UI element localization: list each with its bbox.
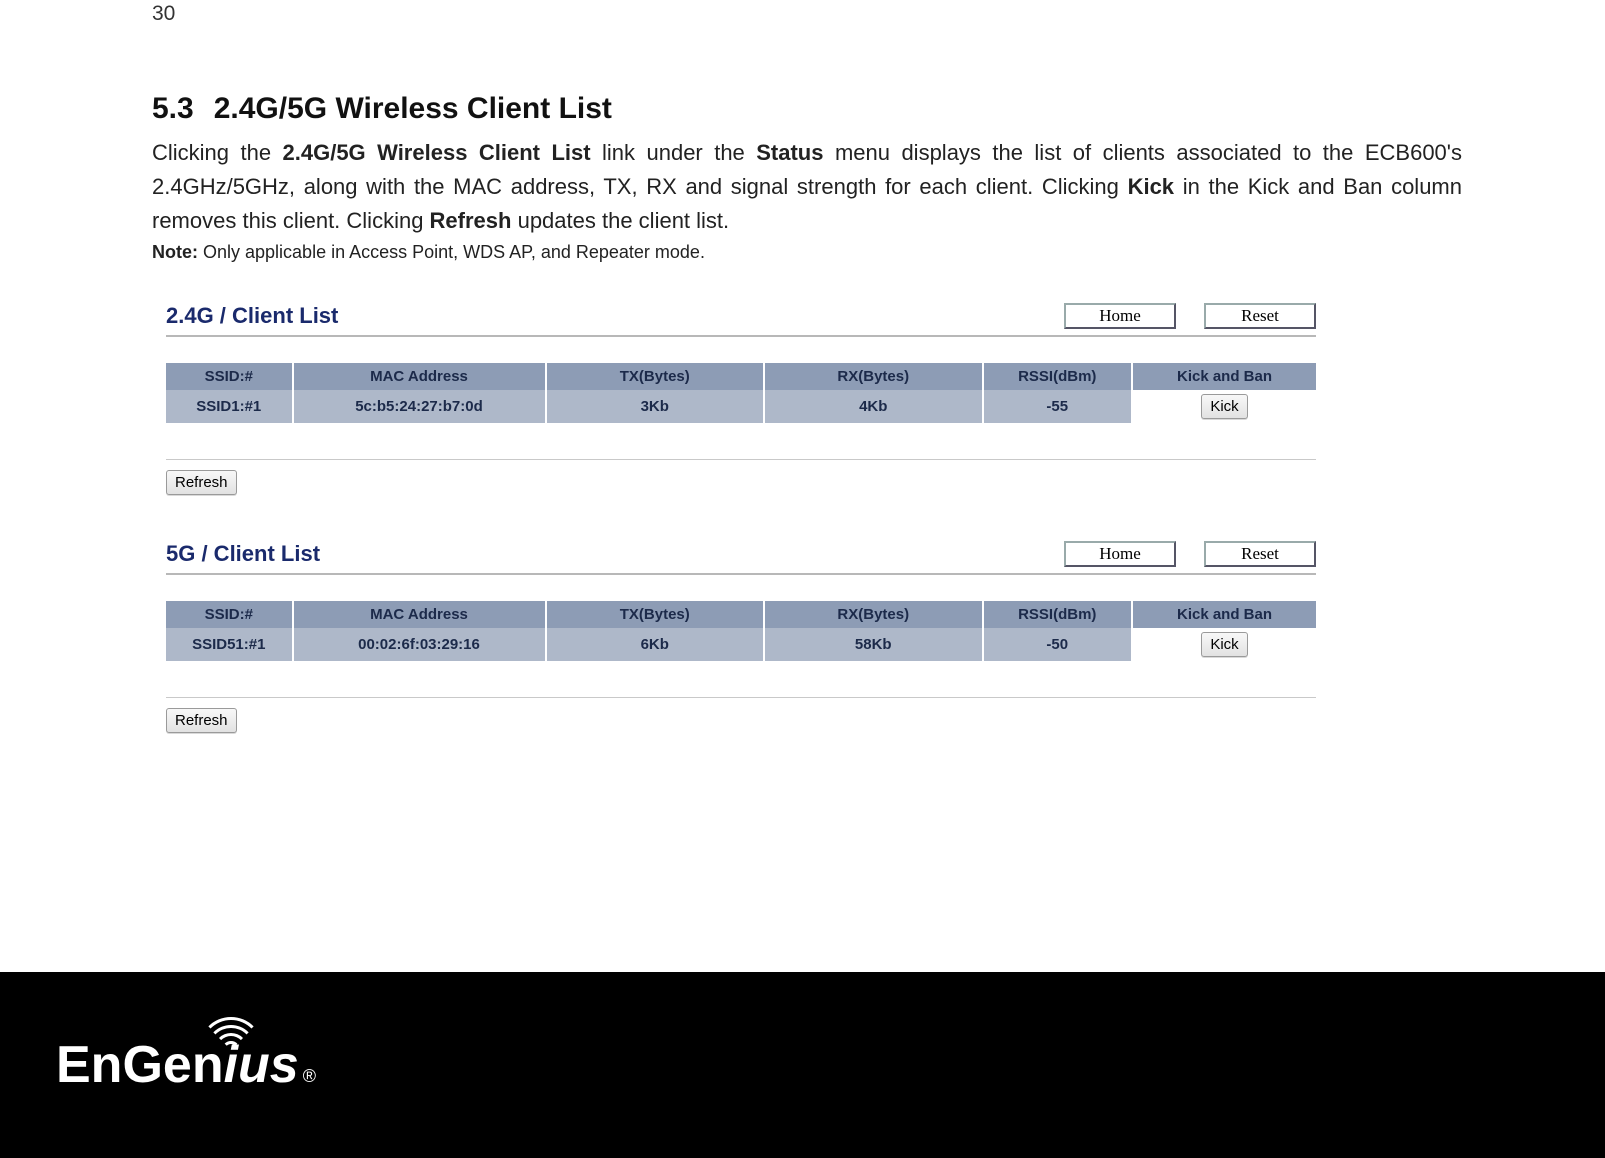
body-text: link under the bbox=[591, 140, 757, 165]
table-header-row: SSID:# MAC Address TX(Bytes) RX(Bytes) R… bbox=[166, 601, 1316, 628]
col-kick: Kick and Ban bbox=[1132, 363, 1316, 390]
refresh-button[interactable]: Refresh bbox=[166, 470, 237, 495]
cell-rssi: -50 bbox=[983, 628, 1133, 661]
cell-mac: 5c:b5:24:27:b7:0d bbox=[293, 390, 546, 423]
divider bbox=[166, 335, 1316, 337]
kick-button[interactable]: Kick bbox=[1201, 632, 1247, 657]
section-heading: 5.3 2.4G/5G Wireless Client List bbox=[152, 92, 1462, 126]
divider bbox=[166, 697, 1316, 698]
body-bold-link-name: 2.4G/5G Wireless Client List bbox=[283, 140, 591, 165]
logo-i: i bbox=[224, 1035, 238, 1095]
registered-icon: ® bbox=[303, 1066, 316, 1087]
kick-button[interactable]: Kick bbox=[1201, 394, 1247, 419]
col-mac: MAC Address bbox=[293, 601, 546, 628]
panel-title-5g: 5G / Client List bbox=[166, 541, 320, 567]
header-buttons: Home Reset bbox=[1064, 541, 1316, 567]
cell-rssi: -55 bbox=[983, 390, 1133, 423]
panel-header: 5G / Client List Home Reset bbox=[166, 541, 1316, 567]
note: Note: Only applicable in Access Point, W… bbox=[152, 242, 1462, 263]
col-rx: RX(Bytes) bbox=[764, 601, 983, 628]
client-table-5g: SSID:# MAC Address TX(Bytes) RX(Bytes) R… bbox=[166, 601, 1316, 661]
col-rssi: RSSI(dBm) bbox=[983, 363, 1133, 390]
cell-tx: 3Kb bbox=[546, 390, 765, 423]
section-number: 5.3 bbox=[152, 92, 194, 126]
reset-button[interactable]: Reset bbox=[1204, 303, 1316, 329]
client-table-2-4g: SSID:# MAC Address TX(Bytes) RX(Bytes) R… bbox=[166, 363, 1316, 423]
section-title: 2.4G/5G Wireless Client List bbox=[214, 92, 612, 125]
page-number: 30 bbox=[152, 2, 175, 26]
section-body: Clicking the 2.4G/5G Wireless Client Lis… bbox=[152, 136, 1462, 238]
refresh-button[interactable]: Refresh bbox=[166, 708, 237, 733]
engenius-logo: EnGen i us® bbox=[56, 1035, 316, 1095]
cell-ssid: SSID51:#1 bbox=[166, 628, 293, 661]
body-bold-kick: Kick bbox=[1128, 174, 1174, 199]
cell-kick: Kick bbox=[1132, 390, 1316, 423]
body-text: updates the client list. bbox=[511, 208, 729, 233]
cell-tx: 6Kb bbox=[546, 628, 765, 661]
cell-mac: 00:02:6f:03:29:16 bbox=[293, 628, 546, 661]
header-buttons: Home Reset bbox=[1064, 303, 1316, 329]
panel-2-4g: 2.4G / Client List Home Reset SSID:# MAC… bbox=[166, 303, 1316, 495]
cell-rx: 4Kb bbox=[764, 390, 983, 423]
home-button[interactable]: Home bbox=[1064, 541, 1176, 567]
wifi-icon bbox=[199, 1011, 263, 1051]
note-label: Note: bbox=[152, 242, 198, 262]
panel-header: 2.4G / Client List Home Reset bbox=[166, 303, 1316, 329]
table-header-row: SSID:# MAC Address TX(Bytes) RX(Bytes) R… bbox=[166, 363, 1316, 390]
table-row: SSID51:#1 00:02:6f:03:29:16 6Kb 58Kb -50… bbox=[166, 628, 1316, 661]
body-bold-refresh: Refresh bbox=[430, 208, 512, 233]
col-ssid: SSID:# bbox=[166, 601, 293, 628]
page-content: 5.3 2.4G/5G Wireless Client List Clicking… bbox=[152, 92, 1462, 733]
cell-rx: 58Kb bbox=[764, 628, 983, 661]
col-rssi: RSSI(dBm) bbox=[983, 601, 1133, 628]
col-rx: RX(Bytes) bbox=[764, 363, 983, 390]
panel-title-2-4g: 2.4G / Client List bbox=[166, 303, 338, 329]
footer: EnGen i us® bbox=[0, 972, 1605, 1158]
refresh-row: Refresh bbox=[166, 697, 1316, 733]
refresh-row: Refresh bbox=[166, 459, 1316, 495]
note-body: Only applicable in Access Point, WDS AP,… bbox=[198, 242, 705, 262]
col-kick: Kick and Ban bbox=[1132, 601, 1316, 628]
table-row: SSID1:#1 5c:b5:24:27:b7:0d 3Kb 4Kb -55 K… bbox=[166, 390, 1316, 423]
reset-button[interactable]: Reset bbox=[1204, 541, 1316, 567]
home-button[interactable]: Home bbox=[1064, 303, 1176, 329]
body-text: Clicking the bbox=[152, 140, 283, 165]
col-tx: TX(Bytes) bbox=[546, 601, 765, 628]
col-ssid: SSID:# bbox=[166, 363, 293, 390]
col-tx: TX(Bytes) bbox=[546, 363, 765, 390]
cell-ssid: SSID1:#1 bbox=[166, 390, 293, 423]
body-bold-menu: Status bbox=[756, 140, 823, 165]
divider bbox=[166, 459, 1316, 460]
cell-kick: Kick bbox=[1132, 628, 1316, 661]
col-mac: MAC Address bbox=[293, 363, 546, 390]
divider bbox=[166, 573, 1316, 575]
panel-5g: 5G / Client List Home Reset SSID:# MAC A… bbox=[166, 541, 1316, 733]
